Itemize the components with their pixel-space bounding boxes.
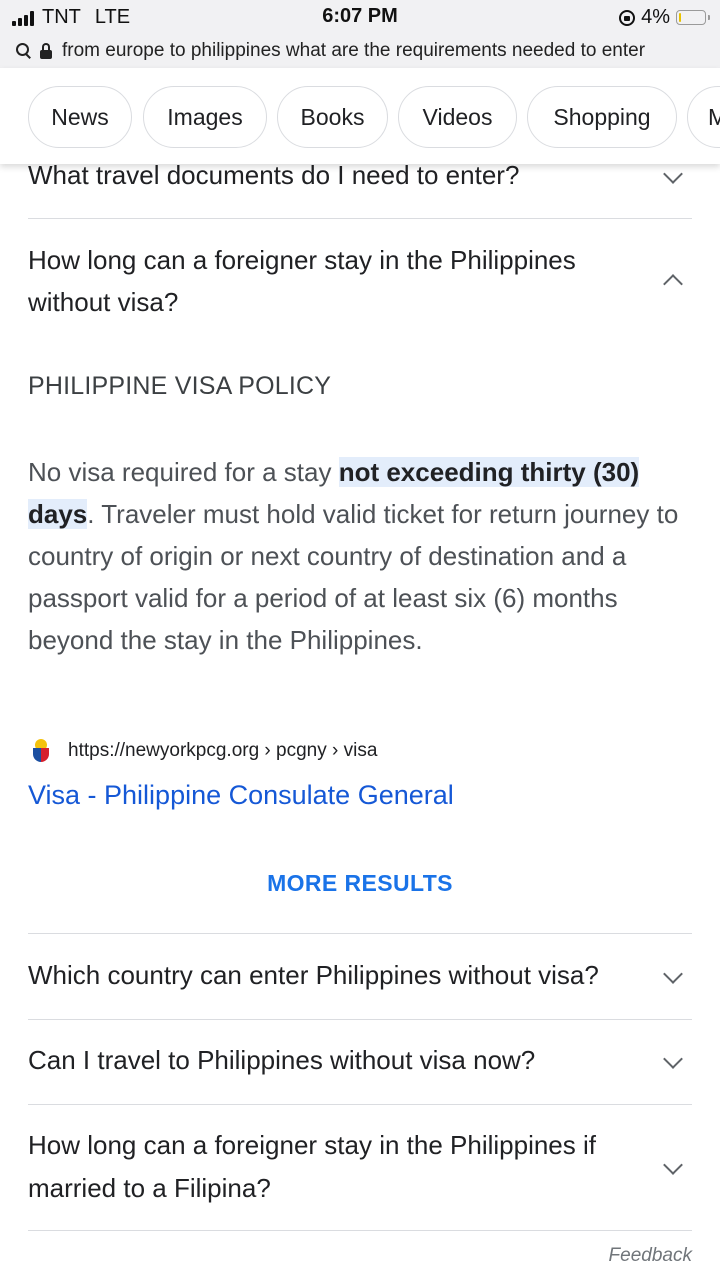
padlock-icon <box>40 43 52 59</box>
address-bar[interactable]: from europe to philippines what are the … <box>0 34 720 68</box>
chip-videos[interactable]: Videos <box>398 86 517 148</box>
chevron-down-icon <box>663 1155 683 1175</box>
faq-item-travel-without-visa[interactable]: Can I travel to Philippines without visa… <box>28 1019 692 1105</box>
faq-question-line1: How long can a foreigner stay in the Phi… <box>28 245 576 275</box>
search-icon <box>16 43 32 59</box>
status-time: 6:07 PM <box>322 5 398 27</box>
consulate-favicon-icon <box>28 738 54 764</box>
orientation-lock-icon <box>619 9 636 26</box>
chip-books[interactable]: Books <box>277 86 388 148</box>
chip-news[interactable]: News <box>28 86 132 148</box>
chevron-down-icon <box>663 164 683 184</box>
answer-prefix: No visa required for a stay <box>28 457 339 487</box>
answer-suffix: . Traveler must hold valid ticket for re… <box>28 499 679 655</box>
chevron-down-icon <box>663 964 683 984</box>
status-bar: TNT LTE 6:07 PM 4% <box>0 0 720 34</box>
search-query[interactable]: from europe to philippines what are the … <box>62 40 645 62</box>
faq-item-visa-free-countries[interactable]: Which country can enter Philippines with… <box>28 934 692 1020</box>
search-filter-chips: News Images Books Videos Shopping M <box>0 68 720 164</box>
battery-icon <box>676 10 710 25</box>
more-results-button[interactable]: MORE RESULTS <box>0 870 720 897</box>
answer-text: No visa required for a stay not exceedin… <box>28 451 692 661</box>
chip-more[interactable]: M <box>687 86 720 148</box>
chip-images[interactable]: Images <box>143 86 267 148</box>
faq-question: Which country can enter Philippines with… <box>28 960 599 990</box>
feedback-link[interactable]: Feedback <box>609 1245 692 1267</box>
faq-question: Can I travel to Philippines without visa… <box>28 1045 536 1075</box>
faq-item-expanded[interactable]: How long can a foreigner stay in the Phi… <box>28 239 692 329</box>
source-url[interactable]: https://newyorkpcg.org › pcgny › visa <box>68 740 377 762</box>
answer-heading: PHILIPPINE VISA POLICY <box>28 372 332 400</box>
status-right: 4% <box>619 6 710 29</box>
chevron-down-icon <box>663 1049 683 1069</box>
chip-shopping[interactable]: Shopping <box>527 86 677 148</box>
battery-percent: 4% <box>641 6 670 28</box>
faq-question-line2: without visa? <box>28 287 179 317</box>
result-title-link[interactable]: Visa - Philippine Consulate General <box>28 780 454 811</box>
faq-item-married-stay[interactable]: How long can a foreigner stay in the Phi… <box>28 1104 692 1231</box>
source-attribution[interactable]: https://newyorkpcg.org › pcgny › visa <box>28 738 377 764</box>
faq-question: How long can a foreigner stay in the Phi… <box>28 1130 596 1203</box>
